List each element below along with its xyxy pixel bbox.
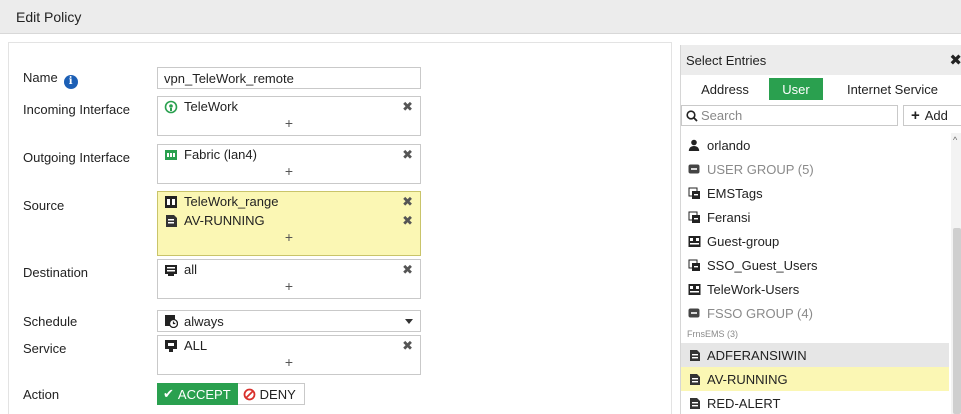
remove-icon[interactable]: ✖ bbox=[402, 194, 413, 210]
plus-icon: + bbox=[911, 107, 920, 124]
user-group-icon bbox=[687, 282, 701, 296]
remove-icon[interactable]: ✖ bbox=[402, 99, 413, 115]
dialog-header: Edit Policy bbox=[0, 0, 961, 34]
scrollbar[interactable]: ^ bbox=[951, 133, 961, 414]
destination-label: Destination bbox=[23, 265, 89, 280]
tab-address[interactable]: Address bbox=[681, 78, 769, 100]
deny-button[interactable]: DENY bbox=[237, 383, 305, 405]
network-port-icon bbox=[164, 148, 178, 162]
entry-type-tabs: Address User Internet Service bbox=[681, 78, 961, 100]
info-icon[interactable]: i bbox=[63, 75, 78, 89]
source-entry: AV-RUNNING ✖ bbox=[158, 211, 420, 230]
remove-icon[interactable]: ✖ bbox=[402, 147, 413, 163]
fsso-group-icon bbox=[687, 258, 701, 272]
add-button[interactable]: + Add bbox=[903, 105, 961, 126]
add-entry-icon[interactable]: + bbox=[158, 279, 420, 296]
add-entry-icon[interactable]: + bbox=[158, 164, 420, 181]
checkmark-icon: ✔ bbox=[163, 386, 174, 401]
search-placeholder: Search bbox=[701, 108, 743, 123]
schedule-icon bbox=[164, 314, 178, 328]
remove-icon[interactable]: ✖ bbox=[402, 213, 413, 229]
destination-field[interactable]: all ✖ + bbox=[157, 259, 421, 299]
source-entry: TeleWork_range ✖ bbox=[158, 192, 420, 211]
chevron-down-icon bbox=[405, 319, 413, 324]
user-group-icon bbox=[687, 234, 701, 248]
incoming-interface-label: Incoming Interface bbox=[23, 102, 130, 117]
source-label: Source bbox=[23, 198, 65, 213]
list-item[interactable]: EMSTags bbox=[681, 181, 949, 205]
select-entries-header: Select Entries ✖ bbox=[681, 45, 961, 75]
ems-tag-icon bbox=[687, 396, 701, 410]
service-field[interactable]: ALL ✖ + bbox=[157, 335, 421, 375]
ems-tag-icon bbox=[687, 348, 701, 362]
schedule-select[interactable]: always bbox=[157, 310, 421, 332]
dialog-title: Edit Policy bbox=[16, 9, 82, 25]
add-entry-icon[interactable]: + bbox=[158, 116, 420, 133]
incoming-interface-entry: TeleWork ✖ bbox=[158, 97, 420, 116]
scroll-up-icon[interactable]: ^ bbox=[953, 135, 957, 145]
list-item[interactable]: RED-ALERT bbox=[681, 391, 949, 414]
accept-button[interactable]: ✔ ACCEPT bbox=[157, 383, 238, 405]
tab-user[interactable]: User bbox=[769, 78, 823, 100]
service-label: Service bbox=[23, 341, 67, 356]
service-entry: ALL ✖ bbox=[158, 336, 420, 355]
list-item[interactable]: AV-RUNNING bbox=[681, 367, 949, 391]
list-item[interactable]: TeleWork-Users bbox=[681, 277, 949, 301]
service-value: ALL bbox=[184, 338, 208, 353]
outgoing-interface-entry: Fabric (lan4) ✖ bbox=[158, 145, 420, 164]
tab-internet-service[interactable]: Internet Service bbox=[823, 78, 961, 100]
service-icon bbox=[164, 339, 178, 353]
outgoing-interface-label: Outgoing Interface bbox=[23, 150, 130, 165]
source-field[interactable]: TeleWork_range ✖ AV-RUNNING ✖ + bbox=[157, 191, 421, 256]
action-toggle: ✔ ACCEPT DENY bbox=[157, 383, 305, 405]
ems-tag-icon bbox=[164, 214, 178, 228]
deny-icon bbox=[243, 388, 256, 401]
address-range-icon bbox=[164, 195, 178, 209]
list-item[interactable]: ADFERANSIWIN bbox=[681, 343, 949, 367]
search-icon bbox=[686, 109, 698, 122]
source-value: TeleWork_range bbox=[184, 194, 279, 209]
source-value: AV-RUNNING bbox=[184, 213, 265, 228]
select-entries-panel: Select Entries ✖ Address User Internet S… bbox=[680, 45, 961, 414]
incoming-interface-value: TeleWork bbox=[184, 99, 238, 114]
list-item[interactable]: Feransi bbox=[681, 205, 949, 229]
list-item[interactable]: orlando bbox=[681, 133, 949, 157]
list-item[interactable]: Guest-group bbox=[681, 229, 949, 253]
name-input[interactable]: vpn_TeleWork_remote bbox=[157, 67, 421, 89]
fsso-group-icon bbox=[687, 210, 701, 224]
add-entry-icon[interactable]: + bbox=[158, 355, 420, 372]
add-entry-icon[interactable]: + bbox=[158, 230, 420, 247]
search-input[interactable]: Search bbox=[681, 105, 898, 126]
accept-label: ACCEPT bbox=[177, 386, 231, 402]
incoming-interface-field[interactable]: TeleWork ✖ + bbox=[157, 96, 421, 136]
group-header[interactable]: USER GROUP (5) bbox=[681, 157, 949, 181]
add-label: Add bbox=[924, 108, 948, 123]
schedule-value: always bbox=[184, 313, 224, 329]
tunnel-interface-icon bbox=[164, 100, 178, 114]
action-label: Action bbox=[23, 387, 60, 402]
remove-icon[interactable]: ✖ bbox=[402, 262, 413, 278]
entries-list: orlando USER GROUP (5) EMSTags Feransi G… bbox=[681, 133, 949, 414]
group-header[interactable]: FSSO GROUP (4) bbox=[681, 301, 949, 325]
name-label: Name i bbox=[23, 70, 78, 89]
remove-icon[interactable]: ✖ bbox=[402, 338, 413, 354]
destination-value: all bbox=[184, 262, 198, 277]
list-item[interactable]: SSO_Guest_Users bbox=[681, 253, 949, 277]
user-icon bbox=[687, 138, 701, 152]
select-entries-title: Select Entries bbox=[686, 53, 767, 68]
destination-entry: all ✖ bbox=[158, 260, 420, 279]
sub-group-header: FrnsEMS (3) bbox=[687, 329, 739, 339]
collapse-icon bbox=[687, 162, 701, 176]
name-label-text: Name bbox=[23, 70, 58, 85]
outgoing-interface-field[interactable]: Fabric (lan4) ✖ + bbox=[157, 144, 421, 184]
address-icon bbox=[164, 263, 178, 277]
ems-tag-icon bbox=[687, 372, 701, 386]
outgoing-interface-value: Fabric (lan4) bbox=[184, 147, 257, 162]
schedule-label: Schedule bbox=[23, 314, 78, 329]
close-icon[interactable]: ✖ bbox=[949, 51, 961, 69]
fsso-group-icon bbox=[687, 186, 701, 200]
scrollbar-thumb[interactable] bbox=[953, 228, 961, 414]
collapse-icon bbox=[687, 306, 701, 320]
deny-label: DENY bbox=[259, 386, 296, 402]
